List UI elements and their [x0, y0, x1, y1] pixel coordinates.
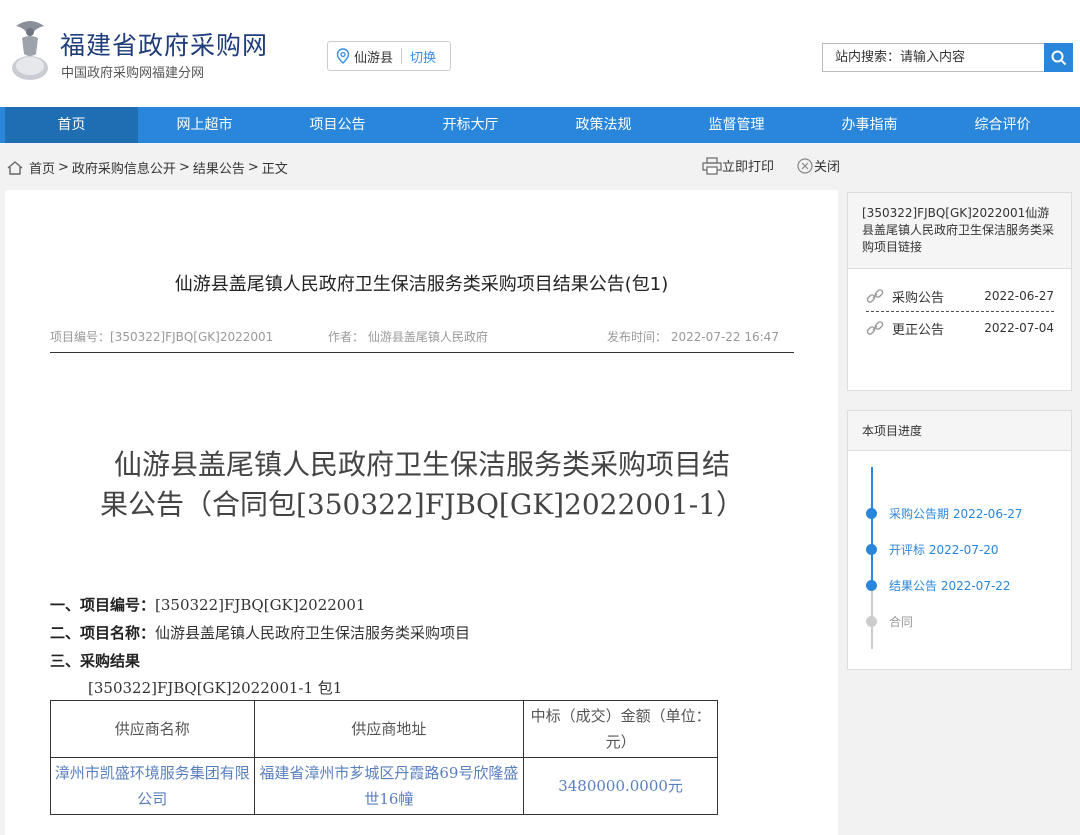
- section-result: 三、采购结果: [50, 650, 140, 671]
- breadcrumb-home[interactable]: 首页: [29, 158, 55, 177]
- section-label: 一、项目编号：: [50, 596, 156, 614]
- result-table: 供应商名称 供应商地址 中标（成交）金额（单位：元） 漳州市凯盛环境服务集团有限…: [50, 700, 718, 815]
- divider: [401, 48, 403, 64]
- related-link-label[interactable]: 更正公告: [892, 319, 944, 338]
- print-button[interactable]: 立即打印: [702, 156, 774, 175]
- breadcrumb: 首页 > 政府采购信息公开 > 结果公告 > 正文: [6, 158, 291, 177]
- section-project-name: 二、项目名称：仙游县盖尾镇人民政府卫生保洁服务类采购项目: [50, 622, 470, 643]
- nav-guide[interactable]: 办事指南: [803, 107, 936, 143]
- progress-panel: 本项目进度 采购公告期 2022-06-27 开评标 2022-07-20 结果…: [847, 410, 1072, 670]
- section-project-no: 一、项目编号：[350322]FJBQ[GK]2022001: [50, 594, 365, 615]
- progress-dot: [866, 616, 877, 627]
- print-label: 立即打印: [722, 160, 775, 175]
- supplier-address-cell: 福建省漳州市芗城区丹霞路69号欣隆盛世16幢: [253, 757, 525, 815]
- breadcrumb-result-notice[interactable]: 结果公告: [193, 158, 245, 177]
- close-label: 关闭: [814, 160, 841, 175]
- site-search: [822, 43, 1073, 72]
- nav-project-notices[interactable]: 项目公告: [271, 107, 404, 143]
- nav-supervision[interactable]: 监督管理: [670, 107, 803, 143]
- meta-author: 作者： 仙游县盖尾镇人民政府: [328, 330, 488, 344]
- breadcrumb-current: 正文: [261, 162, 288, 177]
- page-tools: 立即打印 关闭: [702, 156, 840, 175]
- progress-step-label: 结果公告 2022-07-22: [889, 579, 1011, 593]
- nav-bid-hall[interactable]: 开标大厅: [404, 107, 537, 143]
- section-value: 仙游县盖尾镇人民政府卫生保洁服务类采购项目: [155, 624, 471, 642]
- site-title[interactable]: 福建省政府采购网: [60, 26, 268, 62]
- article-title: 仙游县盖尾镇人民政府卫生保洁服务类采购项目结果公告(包1): [174, 274, 669, 295]
- progress-dot: [866, 580, 877, 591]
- breadcrumb-info-public[interactable]: 政府采购信息公开: [72, 158, 176, 177]
- nav-home[interactable]: 首页: [5, 107, 138, 143]
- emblem-logo-icon[interactable]: [8, 16, 52, 82]
- site-subtitle: 中国政府采购网福建分网: [61, 66, 205, 81]
- section-label: 二、项目名称：: [50, 624, 156, 642]
- home-icon: [7, 160, 23, 175]
- column-header: 供应商地址: [253, 700, 525, 758]
- link-icon: [866, 321, 884, 335]
- related-links-panel: [350322]FJBQ[GK]2022001仙游县盖尾镇人民政府卫生保洁服务类…: [847, 192, 1072, 391]
- related-link-date: 2022-06-27: [984, 289, 1054, 303]
- announcement-heading-line2: 果公告（合同包[350322]FJBQ[GK]2022001-1）: [99, 488, 745, 521]
- switch-location-link[interactable]: 切换: [410, 47, 436, 66]
- article-meta: 项目编号：[350322]FJBQ[GK]2022001 作者： 仙游县盖尾镇人…: [50, 328, 794, 353]
- link-icon: [866, 289, 884, 303]
- close-button[interactable]: 关闭: [796, 156, 840, 175]
- nav-policies[interactable]: 政策法规: [537, 107, 670, 143]
- amount-cell: 3480000.0000元: [523, 757, 718, 815]
- location-pin-icon: [336, 48, 350, 64]
- printer-icon: [702, 156, 722, 175]
- location-selector[interactable]: 仙游县 切换: [327, 41, 451, 71]
- meta-project-no: 项目编号：[350322]FJBQ[GK]2022001: [50, 330, 274, 344]
- section-value: [350322]FJBQ[GK]2022001: [155, 596, 366, 614]
- search-input[interactable]: [822, 43, 1044, 72]
- column-header: 中标（成交）金额（单位：元）: [523, 700, 718, 758]
- nav-evaluation[interactable]: 综合评价: [936, 107, 1069, 143]
- related-link-date: 2022-07-04: [984, 321, 1054, 335]
- progress-step: 采购公告期 2022-06-27: [866, 505, 1023, 522]
- table-row: 漳州市凯盛环境服务集团有限公司 福建省漳州市芗城区丹霞路69号欣隆盛世16幢 3…: [50, 757, 718, 815]
- related-link-item[interactable]: 更正公告 2022-07-04: [866, 313, 1054, 343]
- progress-step: 合同: [866, 613, 913, 630]
- progress-step: 开评标 2022-07-20: [866, 541, 999, 558]
- column-header: 供应商名称: [50, 700, 255, 758]
- supplier-name-cell: 漳州市凯盛环境服务集团有限公司: [50, 757, 255, 815]
- related-link-label[interactable]: 采购公告: [892, 287, 944, 306]
- divider: [866, 311, 1054, 312]
- progress-header: 本项目进度: [848, 411, 1071, 451]
- breadcrumb-separator: >: [178, 160, 190, 175]
- meta-publish-time: 发布时间： 2022-07-22 16:47: [607, 330, 779, 344]
- search-icon: [1051, 50, 1066, 65]
- package-line: [350322]FJBQ[GK]2022001-1 包1: [88, 679, 343, 697]
- breadcrumb-separator: >: [58, 160, 69, 175]
- section-label: 三、采购结果: [50, 652, 141, 670]
- progress-step-label: 采购公告期 2022-06-27: [889, 507, 1023, 521]
- close-icon: [797, 157, 813, 174]
- progress-dot: [866, 544, 877, 555]
- progress-step-label: 开评标 2022-07-20: [889, 543, 999, 557]
- announcement-heading-line1: 仙游县盖尾镇人民政府卫生保洁服务类采购项目结: [113, 448, 730, 481]
- nav-online-market[interactable]: 网上超市: [138, 107, 271, 143]
- main-nav: 首页 网上超市 项目公告 开标大厅 政策法规 监督管理 办事指南 综合评价: [0, 107, 1080, 143]
- progress-step-label: 合同: [889, 615, 914, 629]
- progress-dot: [866, 508, 877, 519]
- breadcrumb-separator: >: [247, 160, 259, 175]
- search-button[interactable]: [1044, 43, 1073, 72]
- table-header-row: 供应商名称 供应商地址 中标（成交）金额（单位：元）: [50, 700, 718, 758]
- related-links-header: [350322]FJBQ[GK]2022001仙游县盖尾镇人民政府卫生保洁服务类…: [848, 193, 1071, 269]
- related-link-item[interactable]: 采购公告 2022-06-27: [866, 281, 1054, 311]
- progress-step: 结果公告 2022-07-22: [866, 577, 1011, 594]
- location-city: 仙游县: [354, 50, 394, 66]
- announcement-heading: 仙游县盖尾镇人民政府卫生保洁服务类采购项目结 果公告（合同包[350322]FJ…: [50, 445, 794, 525]
- site-header: 福建省政府采购网 中国政府采购网福建分网 仙游县 切换: [0, 0, 1080, 107]
